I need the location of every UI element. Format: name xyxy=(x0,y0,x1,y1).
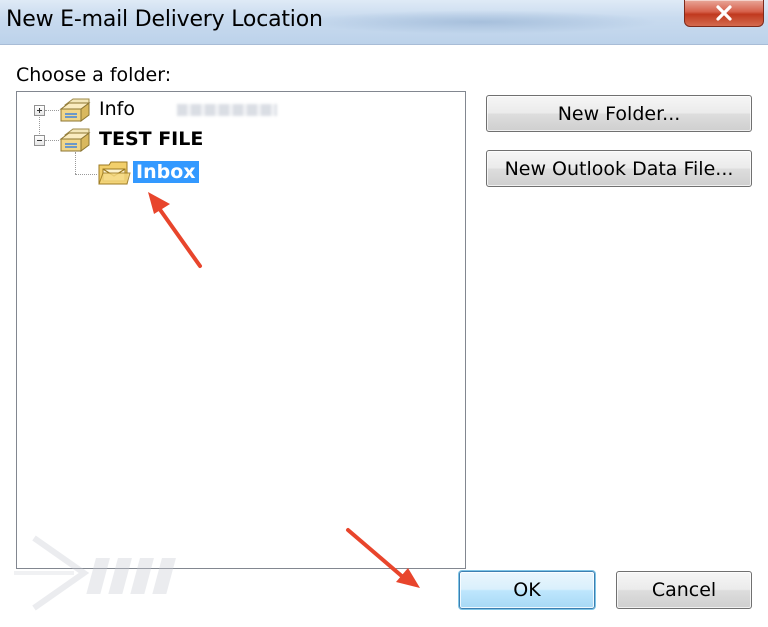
annotation-arrow-icon xyxy=(346,528,420,588)
inbox-folder-icon xyxy=(98,161,131,185)
dialog-window: New E-mail Delivery Location Choose a fo… xyxy=(0,0,768,627)
cancel-button[interactable]: Cancel xyxy=(616,571,752,609)
new-outlook-data-file-button[interactable]: New Outlook Data File... xyxy=(486,150,752,187)
annotation-arrow-icon xyxy=(148,192,202,268)
tree-item-label: Info xyxy=(99,98,135,120)
close-icon xyxy=(716,5,732,21)
title-bar-glass xyxy=(300,10,660,34)
title-bar[interactable]: New E-mail Delivery Location xyxy=(0,0,768,45)
collapse-icon[interactable] xyxy=(34,135,45,146)
new-folder-button[interactable]: New Folder... xyxy=(486,95,752,132)
choose-folder-label: Choose a folder: xyxy=(16,64,172,86)
data-file-icon xyxy=(59,98,91,122)
tree-item-test-file[interactable]: TEST FILE xyxy=(17,126,463,154)
expand-icon[interactable] xyxy=(34,105,45,116)
tree-item-label: Inbox xyxy=(133,161,199,183)
data-file-icon xyxy=(59,128,91,152)
tree-item-label: TEST FILE xyxy=(99,128,204,150)
tree-item-info[interactable]: Info xyxy=(17,96,463,124)
watermark-logo-icon xyxy=(14,535,176,611)
folder-tree[interactable]: Info TEST FILE Inbox xyxy=(16,91,466,569)
window-title: New E-mail Delivery Location xyxy=(6,7,323,32)
redacted-account-name xyxy=(177,104,277,116)
close-button[interactable] xyxy=(684,0,764,27)
tree-item-inbox[interactable]: Inbox xyxy=(17,159,463,187)
ok-button[interactable]: OK xyxy=(459,571,595,609)
